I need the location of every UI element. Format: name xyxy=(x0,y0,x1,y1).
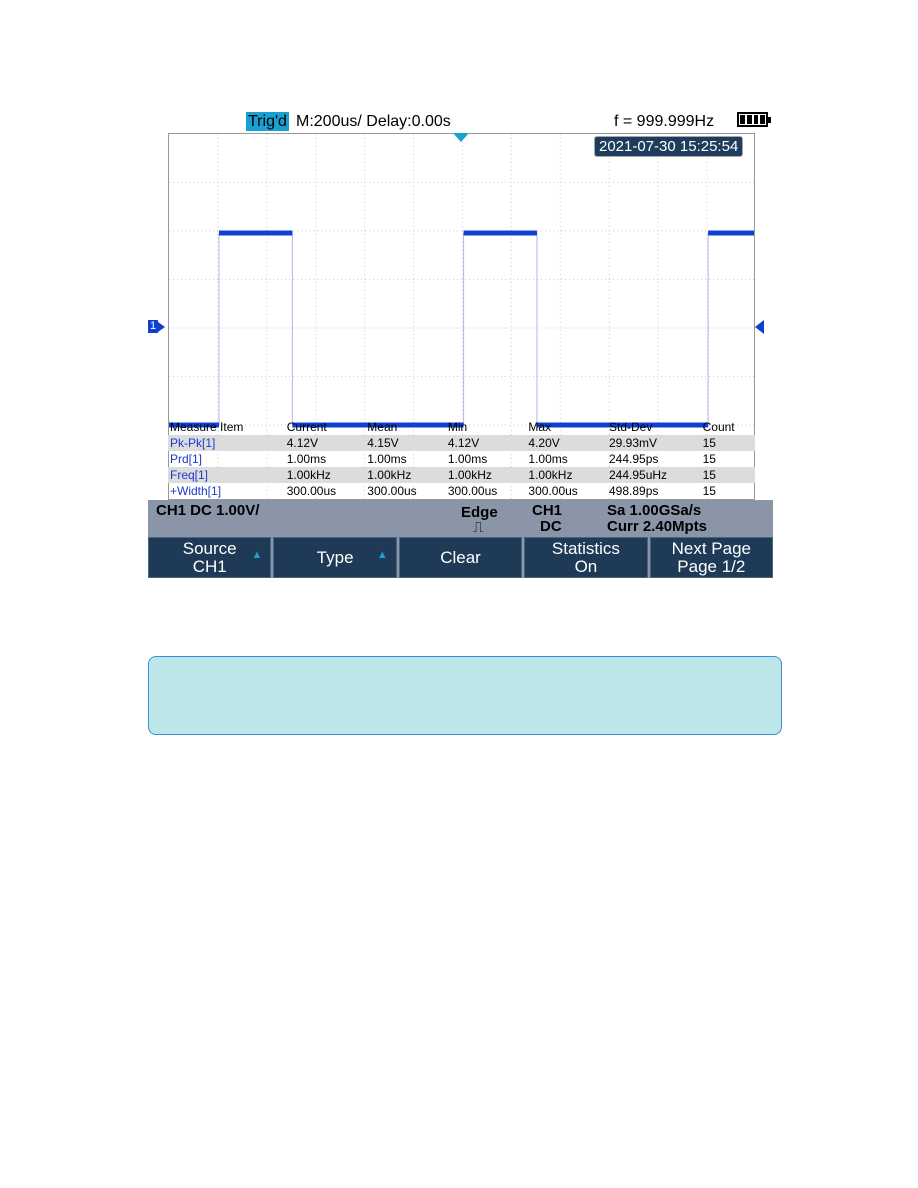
datetime-display: 2021-07-30 15:25:54 xyxy=(594,136,744,157)
column-header: Current xyxy=(286,420,327,434)
softkey-source[interactable]: Source CH1 ▲ xyxy=(148,537,272,578)
measure-value: 1.00kHz xyxy=(526,467,607,483)
measure-value: 1.00kHz xyxy=(365,467,446,483)
column-header: Min xyxy=(447,420,468,434)
measure-value: 4.12V xyxy=(284,435,366,451)
measure-value: 1.00kHz xyxy=(284,467,366,483)
measure-value: 1.00ms xyxy=(447,452,488,466)
measure-item: Prd[1] xyxy=(170,452,203,466)
table-row: Freq[1] 1.00kHz 1.00kHz 1.00kHz 1.00kHz 244.9… xyxy=(168,467,755,483)
trigger-source: CH1 xyxy=(532,502,563,519)
table-row: Pk-Pk[1] 4.12V 4.15V 4.12V 4.20V 29.93mV 15 xyxy=(168,435,755,451)
timebase-readout: M:200us/ Delay:0.00s xyxy=(296,113,451,130)
arrow-up-icon: ▲ xyxy=(251,549,263,561)
table-row: +Width[1] 300.00us 300.00us 300.00us 300.00u… xyxy=(168,483,755,499)
measure-item: Freq[1] xyxy=(168,467,285,483)
frequency-readout: f = 999.999Hz xyxy=(614,113,715,130)
column-header: Max xyxy=(528,420,552,434)
softkey-next-page[interactable]: Next Page Page 1/2 xyxy=(649,537,774,578)
measure-value: 15 xyxy=(702,484,716,498)
column-header: Measure Item xyxy=(170,420,244,434)
battery-icon xyxy=(737,112,771,127)
waveform-edges xyxy=(169,232,754,426)
measure-value: 244.95ps xyxy=(608,452,659,466)
trigger-position-marker-icon[interactable] xyxy=(453,133,469,142)
softkey-label: Statistics xyxy=(551,538,620,558)
column-header: Mean xyxy=(367,420,398,434)
measure-value: 1.00kHz xyxy=(445,467,527,483)
trigger-status: Trig'd xyxy=(246,112,289,131)
measure-value: 4.15V xyxy=(365,435,446,451)
measure-value: 300.00us xyxy=(286,484,337,498)
measure-value: 29.93mV xyxy=(606,435,701,451)
channel1-arrow-icon xyxy=(158,322,165,332)
softkey-label: Next Page xyxy=(671,538,752,558)
column-header: Std-Dev xyxy=(608,420,653,434)
column-header: Count xyxy=(702,420,735,434)
measure-value: 15 xyxy=(700,467,755,483)
softkey-statistics[interactable]: Statistics On xyxy=(524,537,648,578)
memory-depth: Curr 2.40Mpts xyxy=(607,518,708,535)
status-bar: CH1 DC 1.00V/ Edge ⎍ CH1 DC Sa 1.00GSa/s… xyxy=(148,500,773,537)
measure-value: 300.00us xyxy=(528,484,578,498)
measurement-table: Measure Item Current Mean Min Max Std-Dev Coun… xyxy=(168,419,755,499)
table-header: Measure Item Current Mean Min Max Std-Dev Coun… xyxy=(168,419,755,435)
sample-rate: Sa 1.00GSa/s xyxy=(607,502,702,519)
channel1-offset-marker[interactable]: 1 xyxy=(148,320,158,333)
measure-value: 1.00ms xyxy=(286,452,327,466)
trigger-level-marker-icon[interactable] xyxy=(755,320,764,334)
softkey-type[interactable]: Type ▲ xyxy=(273,537,397,578)
trigger-coupling: DC xyxy=(540,518,562,535)
softkey-value: Page 1/2 xyxy=(677,556,746,576)
measure-item: Pk-Pk[1] xyxy=(168,435,285,451)
measure-value: 15 xyxy=(700,435,755,451)
measure-item: +Width[1] xyxy=(170,484,222,498)
note-box xyxy=(148,656,782,735)
channel-setting[interactable]: CH1 DC 1.00V/ xyxy=(156,503,259,519)
softkey-label: Clear xyxy=(440,547,481,567)
measure-value: 4.20V xyxy=(526,435,607,451)
measure-value: 244.95uHz xyxy=(606,467,701,483)
arrow-up-icon: ▲ xyxy=(376,549,388,561)
table-row: Prd[1] 1.00ms 1.00ms 1.00ms 1.00ms 244.95ps 15 xyxy=(168,451,755,467)
measure-value: 4.12V xyxy=(445,435,527,451)
measure-value: 498.89ps xyxy=(608,484,659,498)
measure-value: 300.00us xyxy=(367,484,417,498)
measure-value: 300.00us xyxy=(447,484,498,498)
measure-value: 1.00ms xyxy=(528,452,568,466)
softkey-value: On xyxy=(574,556,598,576)
softkey-clear[interactable]: Clear xyxy=(398,537,523,578)
rising-edge-icon: ⎍ xyxy=(473,519,484,536)
softkey-menu: Source CH1 ▲ Type ▲ Clear Statistics On Next Pag… xyxy=(148,537,774,578)
measure-value: 1.00ms xyxy=(367,452,407,466)
measure-value: 15 xyxy=(702,452,716,466)
